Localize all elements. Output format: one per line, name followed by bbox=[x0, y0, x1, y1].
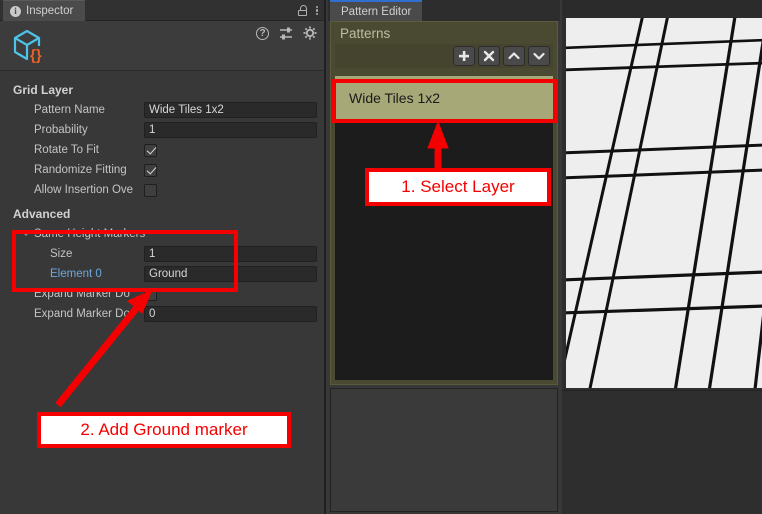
property-label-expand-marker-down-a: Expand Marker Do bbox=[34, 288, 130, 300]
inspector-header-actions: ? bbox=[256, 26, 317, 40]
help-icon[interactable]: ? bbox=[256, 26, 269, 40]
info-icon: i bbox=[10, 5, 21, 17]
property-row-pattern-name: Pattern Name Wide Tiles 1x2 bbox=[0, 100, 326, 120]
property-row-same-height-markers[interactable]: Same Height Markers bbox=[0, 224, 326, 244]
patterns-toolbar-buttons bbox=[453, 46, 550, 66]
preset-sliders-icon[interactable] bbox=[279, 27, 293, 40]
property-row-size: Size 1 bbox=[0, 244, 326, 264]
property-row-probability: Probability 1 bbox=[0, 120, 326, 140]
gear-icon[interactable] bbox=[303, 26, 317, 40]
allow-insertion-override-checkbox[interactable] bbox=[144, 183, 157, 197]
tab-pattern-editor[interactable]: Pattern Editor bbox=[330, 0, 423, 21]
section-title-grid-layer: Grid Layer bbox=[13, 83, 74, 97]
property-row-expand-marker-down-b: Expand Marker Do 0 bbox=[0, 304, 326, 324]
chevron-up-icon bbox=[508, 52, 520, 60]
annotation-callout-2: 2. Add Ground marker bbox=[37, 412, 291, 448]
property-label-size: Size bbox=[50, 248, 73, 260]
grid-lines bbox=[566, 18, 762, 388]
pattern-editor-tabbar: Pattern Editor bbox=[328, 0, 560, 21]
property-row-expand-marker-down-a: Expand Marker Do bbox=[0, 284, 326, 304]
close-x-icon bbox=[483, 50, 495, 62]
patterns-list: Wide Tiles 1x2 bbox=[335, 76, 553, 380]
annotation-callout-1: 1. Select Layer bbox=[365, 168, 551, 206]
plus-icon bbox=[459, 51, 469, 61]
scriptable-object-cube-icon: {} bbox=[10, 26, 50, 66]
property-label-expand-marker-down-b: Expand Marker Do bbox=[34, 308, 130, 320]
element-0-input[interactable]: Ground bbox=[144, 266, 317, 282]
probability-input[interactable]: 1 bbox=[144, 122, 317, 138]
scene-preview-panel bbox=[562, 0, 762, 514]
inspector-object-header: {} ? bbox=[0, 21, 324, 71]
property-label-pattern-name: Pattern Name bbox=[34, 104, 105, 116]
foldout-arrow-icon[interactable] bbox=[22, 231, 30, 236]
property-row-element-0: Element 0 Ground bbox=[0, 264, 326, 284]
inspector-tabbar: i Inspector bbox=[0, 0, 324, 21]
inspector-tabbar-actions bbox=[297, 0, 318, 21]
add-pattern-button[interactable] bbox=[453, 46, 475, 66]
property-label-rotate-to-fit: Rotate To Fit bbox=[34, 144, 99, 156]
unity-editor-window: i Inspector {} ? Grid Layer Pattern Name… bbox=[0, 0, 762, 514]
rotate-to-fit-checkbox[interactable] bbox=[144, 143, 157, 157]
lock-icon[interactable] bbox=[297, 5, 307, 16]
patterns-header-label: Patterns bbox=[340, 26, 391, 41]
inspector-properties: Grid Layer Pattern Name Wide Tiles 1x2 P… bbox=[0, 72, 326, 324]
randomize-fitting-checkbox[interactable] bbox=[144, 163, 157, 177]
property-label-probability: Probability bbox=[34, 124, 88, 136]
tab-pattern-editor-label: Pattern Editor bbox=[341, 5, 412, 18]
scene-top-strip bbox=[562, 0, 762, 18]
move-down-button[interactable] bbox=[528, 46, 550, 66]
tab-inspector-label: Inspector bbox=[26, 5, 74, 17]
scene-bottom-strip bbox=[562, 390, 762, 514]
property-label-same-height-markers: Same Height Markers bbox=[34, 228, 146, 240]
property-label-allow-insertion-override: Allow Insertion Ove bbox=[34, 184, 134, 196]
chevron-down-icon bbox=[533, 52, 545, 60]
grid-preview-canvas[interactable] bbox=[566, 18, 762, 388]
delete-pattern-button[interactable] bbox=[478, 46, 500, 66]
pattern-editor-panel: Pattern Editor Patterns Wide Tiles 1x2 bbox=[328, 0, 560, 514]
property-label-randomize-fitting: Randomize Fitting bbox=[34, 164, 127, 176]
patterns-toolbar bbox=[335, 44, 553, 68]
kebab-menu-icon[interactable] bbox=[315, 5, 318, 16]
svg-text:{}: {} bbox=[30, 47, 42, 64]
property-row-randomize-fitting: Randomize Fitting bbox=[0, 160, 326, 180]
expand-marker-down-input[interactable]: 0 bbox=[144, 306, 317, 322]
property-row-rotate-to-fit: Rotate To Fit bbox=[0, 140, 326, 160]
move-up-button[interactable] bbox=[503, 46, 525, 66]
section-title-advanced: Advanced bbox=[13, 207, 71, 221]
property-label-element-0: Element 0 bbox=[50, 268, 102, 280]
list-item-pattern[interactable]: Wide Tiles 1x2 bbox=[335, 76, 553, 120]
property-row-allow-insertion-override: Allow Insertion Ove bbox=[0, 180, 326, 200]
size-input[interactable]: 1 bbox=[144, 246, 317, 262]
pattern-editor-lower-pane bbox=[330, 388, 558, 512]
tab-inspector[interactable]: i Inspector bbox=[3, 0, 86, 21]
expand-marker-down-checkbox[interactable] bbox=[144, 287, 157, 301]
pattern-name-input[interactable]: Wide Tiles 1x2 bbox=[144, 102, 317, 118]
